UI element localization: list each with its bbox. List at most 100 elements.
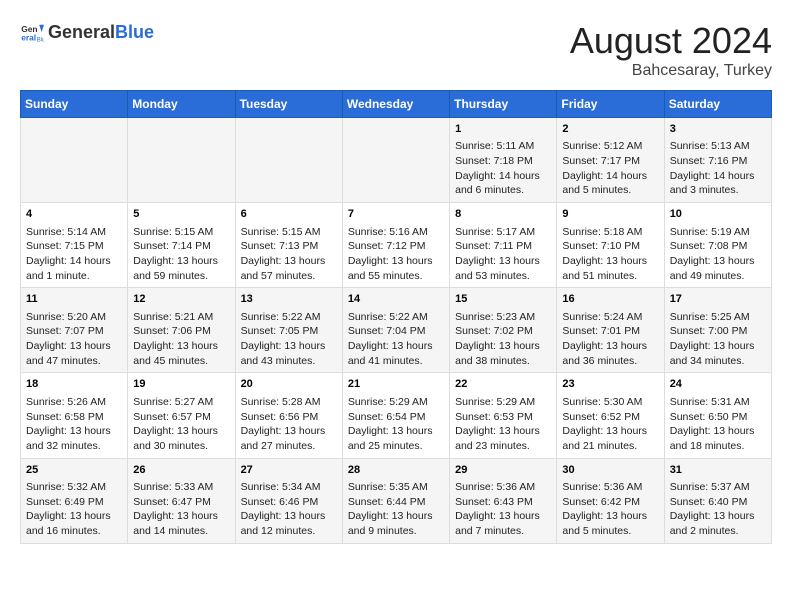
cell-text: Daylight: 13 hours	[455, 424, 551, 439]
cell-text: Sunrise: 5:19 AM	[670, 225, 766, 240]
cell-text: and 38 minutes.	[455, 354, 551, 369]
cell-text: Sunset: 6:58 PM	[26, 410, 122, 425]
cell-text: Daylight: 13 hours	[133, 339, 229, 354]
cell-text: Sunrise: 5:22 AM	[348, 310, 444, 325]
svg-text:Blue: Blue	[37, 38, 44, 44]
cell-text: Daylight: 13 hours	[26, 339, 122, 354]
calendar-cell: 21Sunrise: 5:29 AMSunset: 6:54 PMDayligh…	[342, 373, 449, 458]
cell-text: Sunset: 7:17 PM	[562, 154, 658, 169]
calendar-cell: 27Sunrise: 5:34 AMSunset: 6:46 PMDayligh…	[235, 458, 342, 543]
cell-text: Sunset: 7:05 PM	[241, 324, 337, 339]
day-number: 25	[26, 463, 122, 478]
cell-text: and 30 minutes.	[133, 439, 229, 454]
cell-text: and 59 minutes.	[133, 269, 229, 284]
cell-text: Sunrise: 5:23 AM	[455, 310, 551, 325]
cell-text: Sunset: 7:11 PM	[455, 239, 551, 254]
cell-text: Daylight: 14 hours	[670, 169, 766, 184]
calendar-cell	[21, 118, 128, 203]
calendar-cell: 2Sunrise: 5:12 AMSunset: 7:17 PMDaylight…	[557, 118, 664, 203]
calendar-cell: 16Sunrise: 5:24 AMSunset: 7:01 PMDayligh…	[557, 288, 664, 373]
cell-text: and 5 minutes.	[562, 183, 658, 198]
cell-text: and 3 minutes.	[670, 183, 766, 198]
cell-text: Sunset: 7:04 PM	[348, 324, 444, 339]
cell-text: Sunset: 7:02 PM	[455, 324, 551, 339]
cell-text: Sunrise: 5:22 AM	[241, 310, 337, 325]
calendar-cell: 22 Sunrise: 5:29 AMSunset: 6:53 PMDayligh…	[450, 373, 557, 458]
day-number: 14	[348, 292, 444, 307]
cell-text: Sunrise: 5:18 AM	[562, 225, 658, 240]
cell-text: Sunrise: 5:29 AM	[348, 395, 444, 410]
cell-text: Daylight: 13 hours	[348, 339, 444, 354]
calendar-cell: 9Sunrise: 5:18 AMSunset: 7:10 PMDaylight…	[557, 203, 664, 288]
cell-text: Sunrise: 5:35 AM	[348, 480, 444, 495]
cell-text: and 7 minutes.	[455, 524, 551, 539]
cell-text: Sunset: 7:10 PM	[562, 239, 658, 254]
cell-text: and 53 minutes.	[455, 269, 551, 284]
cell-text: Sunrise: 5:31 AM	[670, 395, 766, 410]
cell-text: Sunrise: 5:29 AM	[455, 395, 551, 410]
cell-text: Sunrise: 5:14 AM	[26, 225, 122, 240]
cell-text: Sunrise: 5:36 AM	[455, 480, 551, 495]
cell-text: and 51 minutes.	[562, 269, 658, 284]
cell-text: Daylight: 13 hours	[562, 509, 658, 524]
cell-text: Sunrise: 5:20 AM	[26, 310, 122, 325]
cell-text: Daylight: 13 hours	[133, 509, 229, 524]
cell-text: Sunset: 6:56 PM	[241, 410, 337, 425]
cell-text: Daylight: 13 hours	[133, 254, 229, 269]
cell-text: Sunrise: 5:11 AM	[455, 139, 551, 154]
cell-text: Sunset: 7:06 PM	[133, 324, 229, 339]
sub-title: Bahcesaray, Turkey	[570, 62, 772, 80]
day-number: 6	[241, 207, 337, 222]
day-number: 23	[562, 377, 658, 392]
main-title: August 2024	[570, 20, 772, 62]
calendar-cell: 1Sunrise: 5:11 AMSunset: 7:18 PMDaylight…	[450, 118, 557, 203]
day-header-thursday: Thursday	[450, 91, 557, 118]
logo: Gen eral Blue General Blue	[20, 20, 154, 44]
cell-text: Sunset: 7:15 PM	[26, 239, 122, 254]
svg-text:eral: eral	[21, 32, 36, 42]
cell-text: and 27 minutes.	[241, 439, 337, 454]
cell-text: and 55 minutes.	[348, 269, 444, 284]
header: Gen eral Blue General Blue August 2024 B…	[20, 20, 772, 80]
day-header-saturday: Saturday	[664, 91, 771, 118]
cell-text: Sunset: 6:42 PM	[562, 495, 658, 510]
calendar-cell: 7Sunrise: 5:16 AMSunset: 7:12 PMDaylight…	[342, 203, 449, 288]
day-number: 31	[670, 463, 766, 478]
cell-text: and 45 minutes.	[133, 354, 229, 369]
cell-text: Daylight: 14 hours	[562, 169, 658, 184]
day-number: 8	[455, 207, 551, 222]
cell-text: and 18 minutes.	[670, 439, 766, 454]
cell-text: Daylight: 13 hours	[455, 509, 551, 524]
calendar-cell: 17Sunrise: 5:25 AMSunset: 7:00 PMDayligh…	[664, 288, 771, 373]
calendar-cell: 8Sunrise: 5:17 AMSunset: 7:11 PMDaylight…	[450, 203, 557, 288]
cell-text: Daylight: 14 hours	[455, 169, 551, 184]
cell-text: Sunset: 6:44 PM	[348, 495, 444, 510]
cell-text: and 23 minutes.	[455, 439, 551, 454]
day-number: 20	[241, 377, 337, 392]
calendar-cell: 29Sunrise: 5:36 AMSunset: 6:43 PMDayligh…	[450, 458, 557, 543]
calendar-cell: 14 Sunrise: 5:22 AMSunset: 7:04 PMDayligh…	[342, 288, 449, 373]
cell-text: Sunrise: 5:28 AM	[241, 395, 337, 410]
cell-text: Daylight: 13 hours	[562, 339, 658, 354]
calendar-cell: 26Sunrise: 5:33 AMSunset: 6:47 PMDayligh…	[128, 458, 235, 543]
logo-general: General	[48, 22, 115, 43]
cell-text: Daylight: 13 hours	[241, 254, 337, 269]
cell-text: Sunrise: 5:36 AM	[562, 480, 658, 495]
cell-text: Daylight: 13 hours	[670, 424, 766, 439]
day-header-tuesday: Tuesday	[235, 91, 342, 118]
cell-text: Sunset: 6:53 PM	[455, 410, 551, 425]
cell-text: Sunrise: 5:26 AM	[26, 395, 122, 410]
day-number: 22	[455, 377, 551, 392]
day-number: 7	[348, 207, 444, 222]
cell-text: and 2 minutes.	[670, 524, 766, 539]
cell-text: and 25 minutes.	[348, 439, 444, 454]
day-number: 4	[26, 207, 122, 222]
calendar-cell: 18Sunrise: 5:26 AMSunset: 6:58 PMDayligh…	[21, 373, 128, 458]
cell-text: Daylight: 13 hours	[670, 509, 766, 524]
day-header-friday: Friday	[557, 91, 664, 118]
cell-text: Sunset: 6:49 PM	[26, 495, 122, 510]
week-row-2: 4 Sunrise: 5:14 AMSunset: 7:15 PM Daylight…	[21, 203, 772, 288]
day-number: 16	[562, 292, 658, 307]
cell-text: and 34 minutes.	[670, 354, 766, 369]
cell-text: Daylight: 13 hours	[455, 339, 551, 354]
